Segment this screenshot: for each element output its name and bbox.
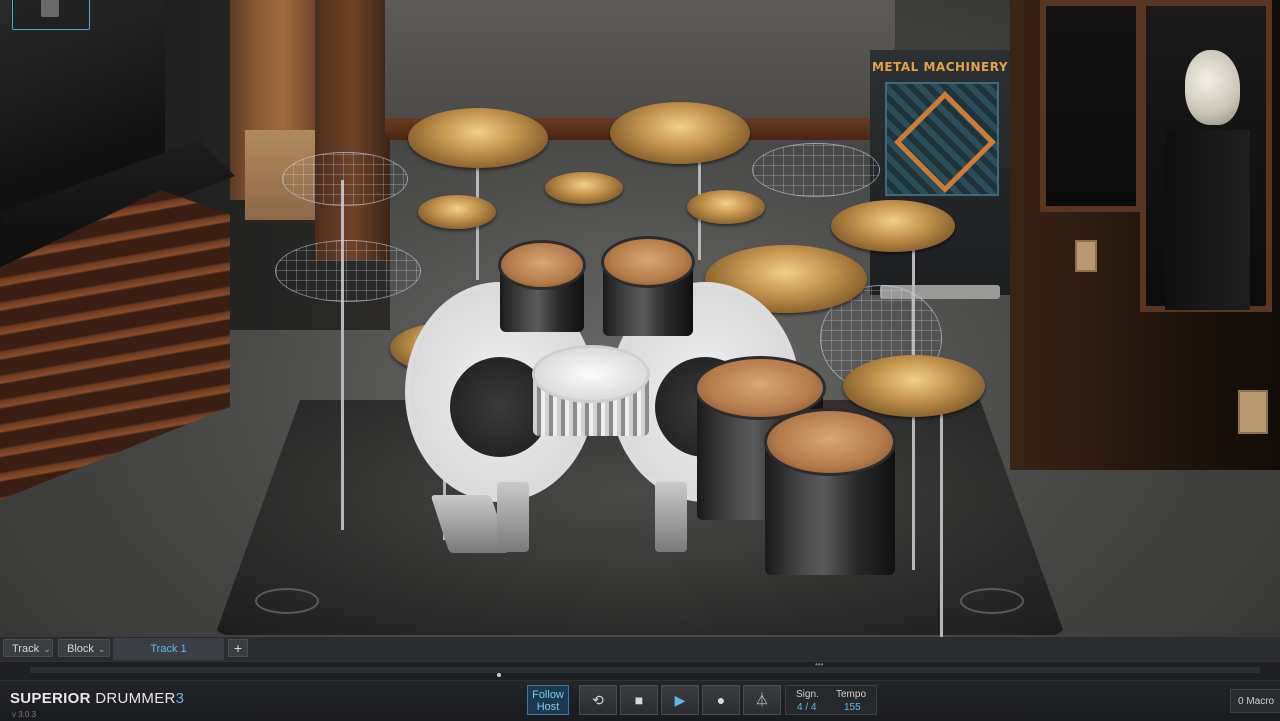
track-menu-label: Track: [12, 643, 40, 655]
wall-outlet: [1238, 390, 1268, 434]
rack-tom-2[interactable]: [601, 236, 695, 288]
record-button[interactable]: ●: [702, 685, 740, 715]
ghost-cymbal[interactable]: [282, 152, 408, 206]
song-timeline[interactable]: •••: [0, 660, 1280, 680]
track-bar: Track ⌄ Block ⌄ Track 1 +: [0, 637, 1280, 661]
macro-button[interactable]: 0 Macro: [1230, 689, 1280, 713]
kit-preset-thumbnail[interactable]: [12, 0, 90, 30]
stop-icon: ■: [634, 692, 644, 708]
brand-version-number: 3: [175, 690, 185, 707]
drum-kit-stage[interactable]: METAL MACHINERY: [0, 0, 1280, 657]
splash-cymbal[interactable]: [545, 172, 623, 204]
kit-banner: METAL MACHINERY: [870, 50, 1010, 295]
metronome-button[interactable]: ⏃: [743, 685, 781, 715]
follow-host-button[interactable]: Follow Host: [527, 685, 569, 715]
ghost-cymbal[interactable]: [752, 143, 880, 197]
loop-icon: ⟲: [592, 692, 604, 708]
cymbal-stand: [341, 180, 344, 530]
transport-controls: Follow Host ⟲ ■ ▶ ● ⏃ Sign. 4 / 4 Tempo …: [527, 684, 877, 718]
app-logo: SUPERIOR DRUMMER3: [10, 690, 184, 707]
signature-tempo-display[interactable]: Sign. 4 / 4 Tempo 155: [785, 685, 877, 715]
resize-handle-icon[interactable]: •••: [815, 660, 829, 669]
china-cymbal[interactable]: [843, 355, 985, 417]
track-menu-button[interactable]: Track ⌄: [3, 639, 53, 657]
floor-tom-2[interactable]: [764, 408, 896, 476]
kick-pedal-right[interactable]: [655, 482, 687, 552]
stop-button[interactable]: ■: [620, 685, 658, 715]
wall-outlet: [1075, 240, 1097, 272]
tempo-label: Tempo: [836, 689, 867, 700]
sculpture-pedestal: [1165, 130, 1250, 310]
tab-track-1[interactable]: Track 1: [113, 638, 224, 660]
snare-drum[interactable]: [532, 345, 650, 403]
ghost-cymbal[interactable]: [275, 240, 421, 302]
coral-sculpture: [1185, 50, 1240, 125]
loop-button[interactable]: ⟲: [579, 685, 617, 715]
crash-cymbal[interactable]: [408, 108, 548, 168]
splash-cymbal[interactable]: [418, 195, 496, 229]
metronome-icon: ⏃: [755, 692, 769, 708]
tempo-value[interactable]: 155: [844, 702, 861, 713]
hihat-stand: [940, 390, 943, 640]
kick-pedal-left-2[interactable]: [497, 482, 529, 552]
banner-title: METAL MACHINERY: [871, 60, 1009, 74]
app-version: v 3.0.3: [12, 710, 37, 719]
block-menu-button[interactable]: Block ⌄: [58, 639, 110, 657]
add-track-button[interactable]: +: [228, 639, 248, 657]
play-icon: ▶: [674, 692, 686, 708]
record-icon: ●: [716, 692, 726, 708]
timeline-track[interactable]: [30, 667, 1260, 673]
chevron-down-icon: ⌄: [97, 644, 106, 654]
brand-drummer: DRUMMER: [95, 690, 176, 707]
crash-cymbal[interactable]: [831, 200, 955, 252]
play-button[interactable]: ▶: [661, 685, 699, 715]
rack-tom-1[interactable]: [498, 240, 586, 290]
wood-pillar: [315, 0, 390, 260]
signature-value[interactable]: 4 / 4: [797, 702, 816, 713]
crash-cymbal[interactable]: [610, 102, 750, 164]
splash-cymbal[interactable]: [687, 190, 765, 224]
rug-logo: [960, 588, 1024, 614]
brand-superior: SUPERIOR: [10, 690, 91, 707]
playhead-marker[interactable]: [497, 673, 501, 677]
banner-artwork: [885, 82, 999, 196]
transport-footer: SUPERIOR DRUMMER3 v 3.0.3 Follow Host ⟲ …: [0, 680, 1280, 721]
signature-label: Sign.: [796, 689, 819, 700]
rug-logo: [255, 588, 319, 614]
block-menu-label: Block: [67, 643, 94, 655]
studio-window-right: [1040, 0, 1142, 212]
chevron-down-icon: ⌄: [43, 644, 51, 654]
